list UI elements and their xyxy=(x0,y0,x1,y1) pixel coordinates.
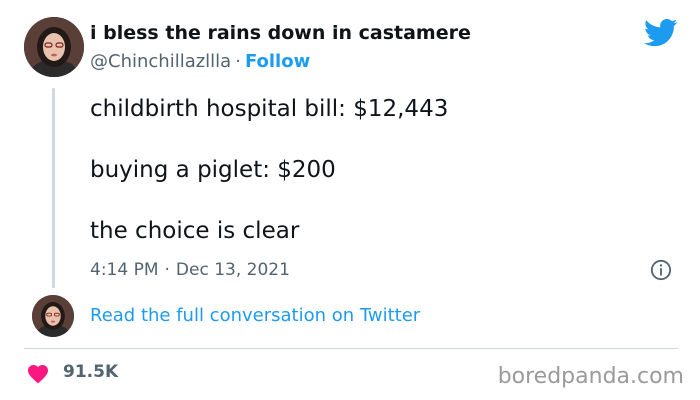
timestamp-separator: · xyxy=(164,260,170,280)
tweet-time: 4:14 PM xyxy=(90,260,159,280)
author-display-name[interactable]: i bless the rains down in castamere xyxy=(90,22,471,44)
twitter-bird-icon[interactable] xyxy=(644,18,678,48)
author-avatar[interactable] xyxy=(24,17,84,77)
avatar-image xyxy=(32,295,74,337)
tweet-date: Dec 13, 2021 xyxy=(175,260,290,280)
footer-divider xyxy=(24,348,678,349)
follow-button[interactable]: Follow xyxy=(245,51,310,72)
author-handle-row: @Chinchillazllla · Follow xyxy=(90,51,310,72)
reply-avatar[interactable] xyxy=(32,295,74,337)
heart-icon[interactable] xyxy=(26,362,50,384)
tweet-text-line: childbirth hospital bill: $12,443 xyxy=(90,96,449,122)
info-icon[interactable] xyxy=(650,259,672,281)
thread-connector-line xyxy=(52,88,55,288)
watermark: boredpanda.com xyxy=(497,364,684,389)
avatar-image xyxy=(24,17,84,77)
tweet-text-line: the choice is clear xyxy=(90,218,300,244)
read-conversation-link[interactable]: Read the full conversation on Twitter xyxy=(90,305,420,326)
tweet-timestamp[interactable]: 4:14 PM · Dec 13, 2021 xyxy=(90,260,290,280)
tweet-text-line: buying a piglet: $200 xyxy=(90,157,336,183)
like-count[interactable]: 91.5K xyxy=(63,362,118,382)
handle-separator: · xyxy=(235,51,241,72)
author-handle[interactable]: @Chinchillazllla xyxy=(90,51,231,72)
